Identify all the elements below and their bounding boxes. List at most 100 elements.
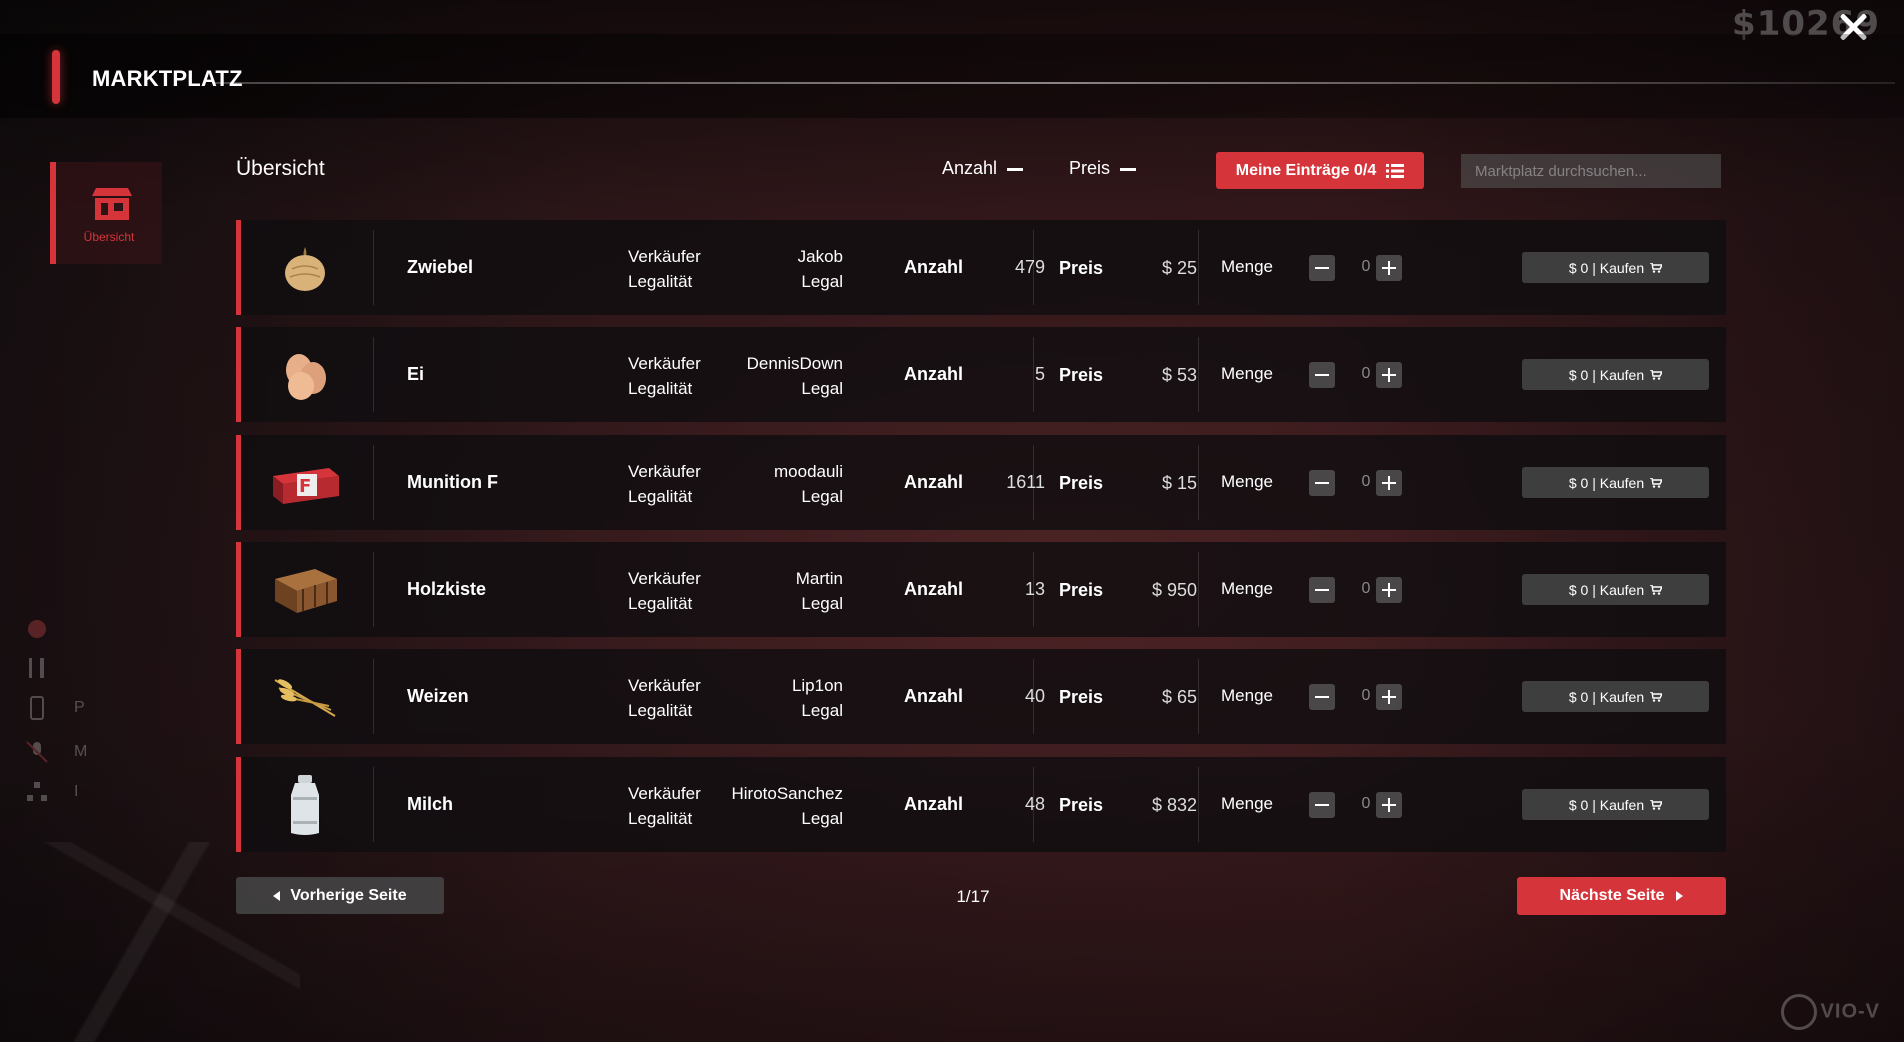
- buy-button[interactable]: $ 0 | Kaufen: [1522, 574, 1709, 605]
- menge-label: Menge: [1221, 257, 1273, 276]
- sort-dash-icon: [1007, 167, 1024, 171]
- item-name: Ei: [407, 364, 425, 384]
- hud-status-icons: P M I: [24, 615, 94, 815]
- buy-button[interactable]: $ 0 | Kaufen: [1522, 789, 1709, 820]
- buy-label: $ 0 | Kaufen: [1568, 581, 1645, 598]
- increase-quantity-button[interactable]: [1376, 470, 1402, 496]
- ammo-box-icon: F: [265, 445, 345, 520]
- list-item: Holzkiste Verkäufer Legalität Martin Legal An…: [236, 542, 1726, 637]
- preis-value: $ 65: [1161, 687, 1197, 707]
- preis-value: $ 832: [1151, 795, 1197, 815]
- buy-label: $ 0 | Kaufen: [1568, 688, 1645, 705]
- buy-button[interactable]: $ 0 | Kaufen: [1522, 252, 1709, 283]
- seller-values: Jakob Legal: [643, 244, 843, 294]
- item-name: Weizen: [407, 686, 469, 706]
- brand-text: VIO-V: [1820, 1000, 1880, 1023]
- legality-value: Legal: [801, 594, 843, 613]
- menge-label: Menge: [1221, 364, 1273, 383]
- decrease-quantity-button[interactable]: [1309, 255, 1335, 281]
- list-item: Weizen Verkäufer Legalität Lip1on Legal Anzah…: [236, 649, 1726, 744]
- column-divider: [1033, 552, 1034, 627]
- seller-name: HirotoSanchez: [731, 784, 843, 803]
- preis-label: Preis: [1059, 365, 1104, 385]
- fork-knife-icon: [29, 658, 44, 678]
- seller-values: Martin Legal: [643, 566, 843, 616]
- previous-page-label: Vorherige Seite: [290, 886, 407, 904]
- column-divider: [373, 767, 374, 842]
- anzahl-label: Anzahl: [904, 794, 964, 814]
- hand-icon: [28, 620, 46, 638]
- wooden-crate-icon: [265, 552, 345, 627]
- list-icon: [1386, 163, 1405, 178]
- buy-label: $ 0 | Kaufen: [1568, 366, 1645, 383]
- seller-values: DennisDown Legal: [643, 351, 843, 401]
- section-title: Übersicht: [236, 157, 325, 180]
- preis-label: Preis: [1059, 687, 1104, 707]
- buy-button[interactable]: $ 0 | Kaufen: [1522, 359, 1709, 390]
- list-item: Ei Verkäufer Legalität DennisDown Legal Anzah…: [236, 327, 1726, 422]
- decrease-quantity-button[interactable]: [1309, 362, 1335, 388]
- milk-can-icon: [265, 767, 345, 842]
- column-divider: [1033, 337, 1034, 412]
- column-divider: [373, 552, 374, 627]
- column-divider: [1033, 445, 1034, 520]
- item-name: Milch: [407, 794, 454, 814]
- increase-quantity-button[interactable]: [1376, 362, 1402, 388]
- brand-logo: VIO-V: [1780, 994, 1880, 1030]
- header-accent: [52, 50, 60, 104]
- item-name: Zwiebel: [407, 257, 474, 277]
- increase-quantity-button[interactable]: [1376, 577, 1402, 603]
- sort-anzahl[interactable]: Anzahl: [942, 158, 1024, 179]
- minimap: [0, 842, 300, 1042]
- list-item: Milch Verkäufer Legalität HirotoSanchez Lega…: [236, 757, 1726, 852]
- decrease-quantity-button[interactable]: [1309, 792, 1335, 818]
- header: MARKTPLATZ: [0, 34, 1904, 118]
- increase-quantity-button[interactable]: [1376, 684, 1402, 710]
- column-divider: [1198, 445, 1199, 520]
- buy-button[interactable]: $ 0 | Kaufen: [1522, 681, 1709, 712]
- seller-values: Lip1on Legal: [643, 673, 843, 723]
- seller-values: moodauli Legal: [643, 459, 843, 509]
- sort-preis[interactable]: Preis: [1069, 158, 1137, 179]
- column-divider: [1198, 767, 1199, 842]
- anzahl-label: Anzahl: [904, 364, 964, 384]
- cart-icon: [1650, 262, 1663, 273]
- hud-letter-p: P: [74, 699, 85, 716]
- seller-name: Lip1on: [791, 676, 843, 695]
- column-divider: [1198, 552, 1199, 627]
- column-divider: [1033, 659, 1034, 734]
- decrease-quantity-button[interactable]: [1309, 577, 1335, 603]
- caret-right-icon: [1676, 891, 1684, 901]
- list-item: F Munition F Verkäufer Legalität moodauli Leg…: [236, 435, 1726, 530]
- logo-icon: [1780, 994, 1817, 1030]
- seller-name: Martin: [795, 569, 843, 588]
- sidebar-item-uebersicht[interactable]: Übersicht: [50, 162, 162, 264]
- legality-value: Legal: [801, 701, 843, 720]
- my-entries-button[interactable]: Meine Einträge 0/4: [1216, 152, 1424, 189]
- previous-page-button[interactable]: Vorherige Seite: [236, 877, 444, 914]
- sort-dash-icon: [1120, 167, 1137, 171]
- buy-button[interactable]: $ 0 | Kaufen: [1522, 467, 1709, 498]
- increase-quantity-button[interactable]: [1376, 792, 1402, 818]
- cart-icon: [1650, 477, 1663, 488]
- column-divider: [1033, 767, 1034, 842]
- sort-anzahl-label: Anzahl: [942, 158, 998, 178]
- increase-quantity-button[interactable]: [1376, 255, 1402, 281]
- next-page-button[interactable]: Nächste Seite: [1517, 877, 1726, 915]
- preis-value: $ 15: [1161, 473, 1197, 493]
- item-name: Holzkiste: [407, 579, 487, 599]
- decrease-quantity-button[interactable]: [1309, 684, 1335, 710]
- page-title: MARKTPLATZ: [92, 66, 243, 91]
- search-input[interactable]: [1461, 154, 1721, 188]
- legality-value: Legal: [801, 272, 843, 291]
- preis-label: Preis: [1059, 258, 1104, 278]
- microphone-muted-icon: [26, 741, 48, 763]
- hud-letter-m: M: [74, 743, 88, 760]
- buy-label: $ 0 | Kaufen: [1568, 259, 1645, 276]
- legality-value: Legal: [801, 487, 843, 506]
- decrease-quantity-button[interactable]: [1309, 470, 1335, 496]
- seller-name: moodauli: [774, 462, 843, 481]
- network-icon: [27, 782, 47, 801]
- anzahl-label: Anzahl: [904, 472, 964, 492]
- menge-label: Menge: [1221, 794, 1273, 813]
